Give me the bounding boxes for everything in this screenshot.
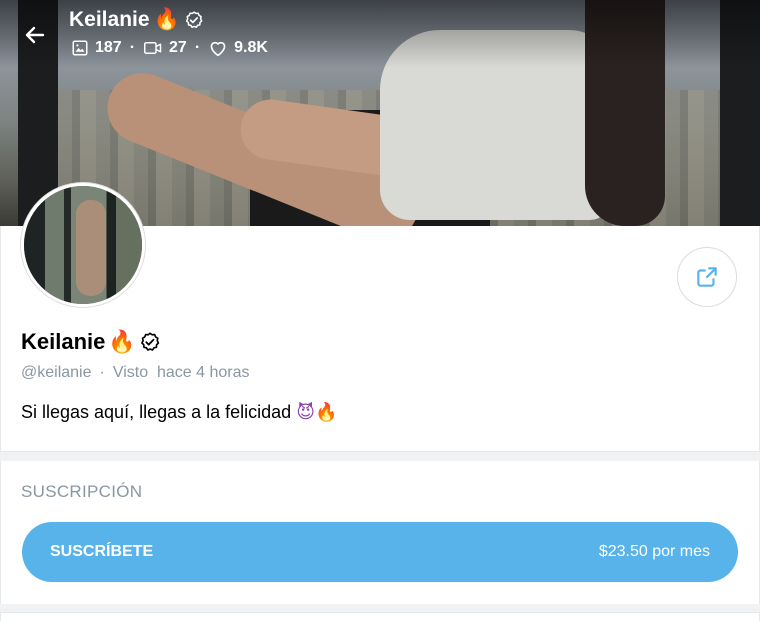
stat-separator: · [129, 39, 136, 56]
profile-bio: Si llegas aquí, llegas a la felicidad 😈🔥 [21, 402, 337, 423]
likes-stat: 9.8K [208, 39, 268, 57]
photos-stat: 187 [71, 39, 122, 57]
back-button[interactable] [18, 18, 52, 52]
share-button[interactable] [677, 247, 737, 307]
bio-text: Si llegas aquí, llegas a la felicidad [21, 402, 292, 422]
fire-emoji-icon: 🔥 [314, 402, 338, 423]
avatar[interactable] [21, 183, 145, 307]
header-name: Keilanie [69, 7, 150, 31]
likes-count: 9.8K [234, 39, 268, 56]
photos-count: 187 [95, 39, 122, 56]
subscribe-button[interactable]: SUSCRÍBETE $23.50 por mes [22, 522, 738, 582]
fire-emoji-icon: 🔥 [108, 329, 136, 355]
page-edge [760, 0, 768, 621]
image-icon [72, 40, 88, 56]
stat-separator: · [194, 39, 201, 56]
next-section [0, 612, 760, 621]
last-seen: Visto hace 4 horas [112, 364, 250, 381]
meta-separator: · [99, 364, 105, 381]
video-icon [144, 42, 162, 54]
heart-icon [210, 41, 226, 57]
section-divider [0, 452, 760, 461]
verified-badge-icon [140, 332, 160, 351]
verified-badge-icon [185, 10, 203, 28]
subscribe-price: $23.50 por mes [598, 543, 710, 560]
videos-stat: 27 [143, 39, 187, 57]
profile-name: Keilanie 🔥 [21, 329, 161, 355]
devil-emoji-icon: 😈 [296, 402, 315, 423]
profile-name-text: Keilanie [21, 329, 106, 354]
subscription-heading: SUSCRIPCIÓN [21, 482, 143, 501]
top-bar: Keilanie 🔥 187 · 27 · 9.8K [0, 0, 760, 70]
fire-emoji-icon: 🔥 [153, 7, 180, 31]
header-stats: 187 · 27 · 9.8K [71, 39, 268, 57]
arrow-left-icon [25, 26, 45, 44]
share-icon [697, 267, 717, 287]
header-title: Keilanie 🔥 [69, 7, 204, 32]
videos-count: 27 [169, 39, 187, 56]
subscribe-button-label: SUSCRÍBETE [50, 543, 154, 560]
profile-handle: @keilanie [21, 364, 92, 381]
profile-meta: @keilanie · Visto hace 4 horas [21, 364, 250, 382]
